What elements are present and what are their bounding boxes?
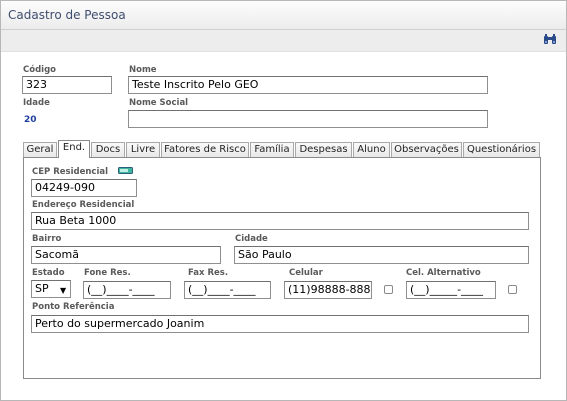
celular-field[interactable]: (11)98888-8888 xyxy=(284,281,372,299)
tab-familia[interactable]: Família xyxy=(250,142,294,157)
celular-label: Celular xyxy=(289,268,323,278)
toolbar xyxy=(1,30,566,52)
endereco-label: Endereço Residencial xyxy=(32,200,135,210)
tab-geral[interactable]: Geral xyxy=(23,142,57,157)
estado-label: Estado xyxy=(32,268,65,278)
ponto-referencia-label: Ponto Referência xyxy=(32,302,115,312)
bairro-label: Bairro xyxy=(32,234,62,244)
window-title: Cadastro de Pessoa xyxy=(8,8,126,22)
fax-label: Fax Res. xyxy=(188,268,229,278)
tab-observacoes[interactable]: Observações xyxy=(391,142,462,157)
fax-field[interactable]: (__)____-____ xyxy=(184,281,271,299)
idade-value: 20 xyxy=(24,115,37,125)
cep-label: CEP Residencial xyxy=(32,167,109,177)
cep-field[interactable]: 04249-090 xyxy=(31,179,137,197)
codigo-label: Código xyxy=(23,65,56,75)
tab-questionarios[interactable]: Questionários xyxy=(463,142,540,157)
ponto-referencia-field[interactable]: Perto do supermercado Joanim xyxy=(31,315,529,333)
fone-field[interactable]: (__)____-____ xyxy=(83,281,171,299)
nome-social-label: Nome Social xyxy=(129,98,189,108)
fone-label: Fone Res. xyxy=(84,268,131,278)
bairro-field[interactable]: Sacomã xyxy=(31,246,221,264)
binoculars-icon[interactable] xyxy=(543,33,557,46)
cidade-label: Cidade xyxy=(235,234,268,244)
tab-docs[interactable]: Docs xyxy=(91,142,125,157)
cidade-field[interactable]: São Paulo xyxy=(234,246,529,264)
cep-lookup-icon[interactable] xyxy=(118,167,133,174)
tab-aluno[interactable]: Aluno xyxy=(353,142,390,157)
cadastro-pessoa-window: Cadastro de Pessoa Código 323 Nome Teste… xyxy=(0,0,567,401)
cel-alt-label: Cel. Alternativo xyxy=(406,268,481,278)
nome-field[interactable]: Teste Inscrito Pelo GEO xyxy=(128,76,488,94)
estado-value: SP xyxy=(35,282,49,295)
tab-despesas[interactable]: Despesas xyxy=(295,142,352,157)
endereco-field[interactable]: Rua Beta 1000 xyxy=(31,212,529,230)
codigo-field[interactable]: 323 xyxy=(22,76,112,94)
tab-end[interactable]: End. xyxy=(58,140,90,158)
celular-checkbox[interactable] xyxy=(384,285,393,294)
estado-select[interactable]: SP ▼ xyxy=(31,280,71,298)
cel-alt-field[interactable]: (__)_____-____ xyxy=(406,281,496,299)
idade-label: Idade xyxy=(23,98,50,108)
nome-social-field[interactable] xyxy=(128,110,488,128)
cel-alt-checkbox[interactable] xyxy=(508,285,517,294)
nome-label: Nome xyxy=(129,65,157,75)
tab-fatores-de-risco[interactable]: Fatores de Risco xyxy=(161,142,249,157)
title-bar: Cadastro de Pessoa xyxy=(1,1,566,30)
tab-livre[interactable]: Livre xyxy=(126,142,160,157)
chevron-down-icon: ▼ xyxy=(60,286,67,295)
